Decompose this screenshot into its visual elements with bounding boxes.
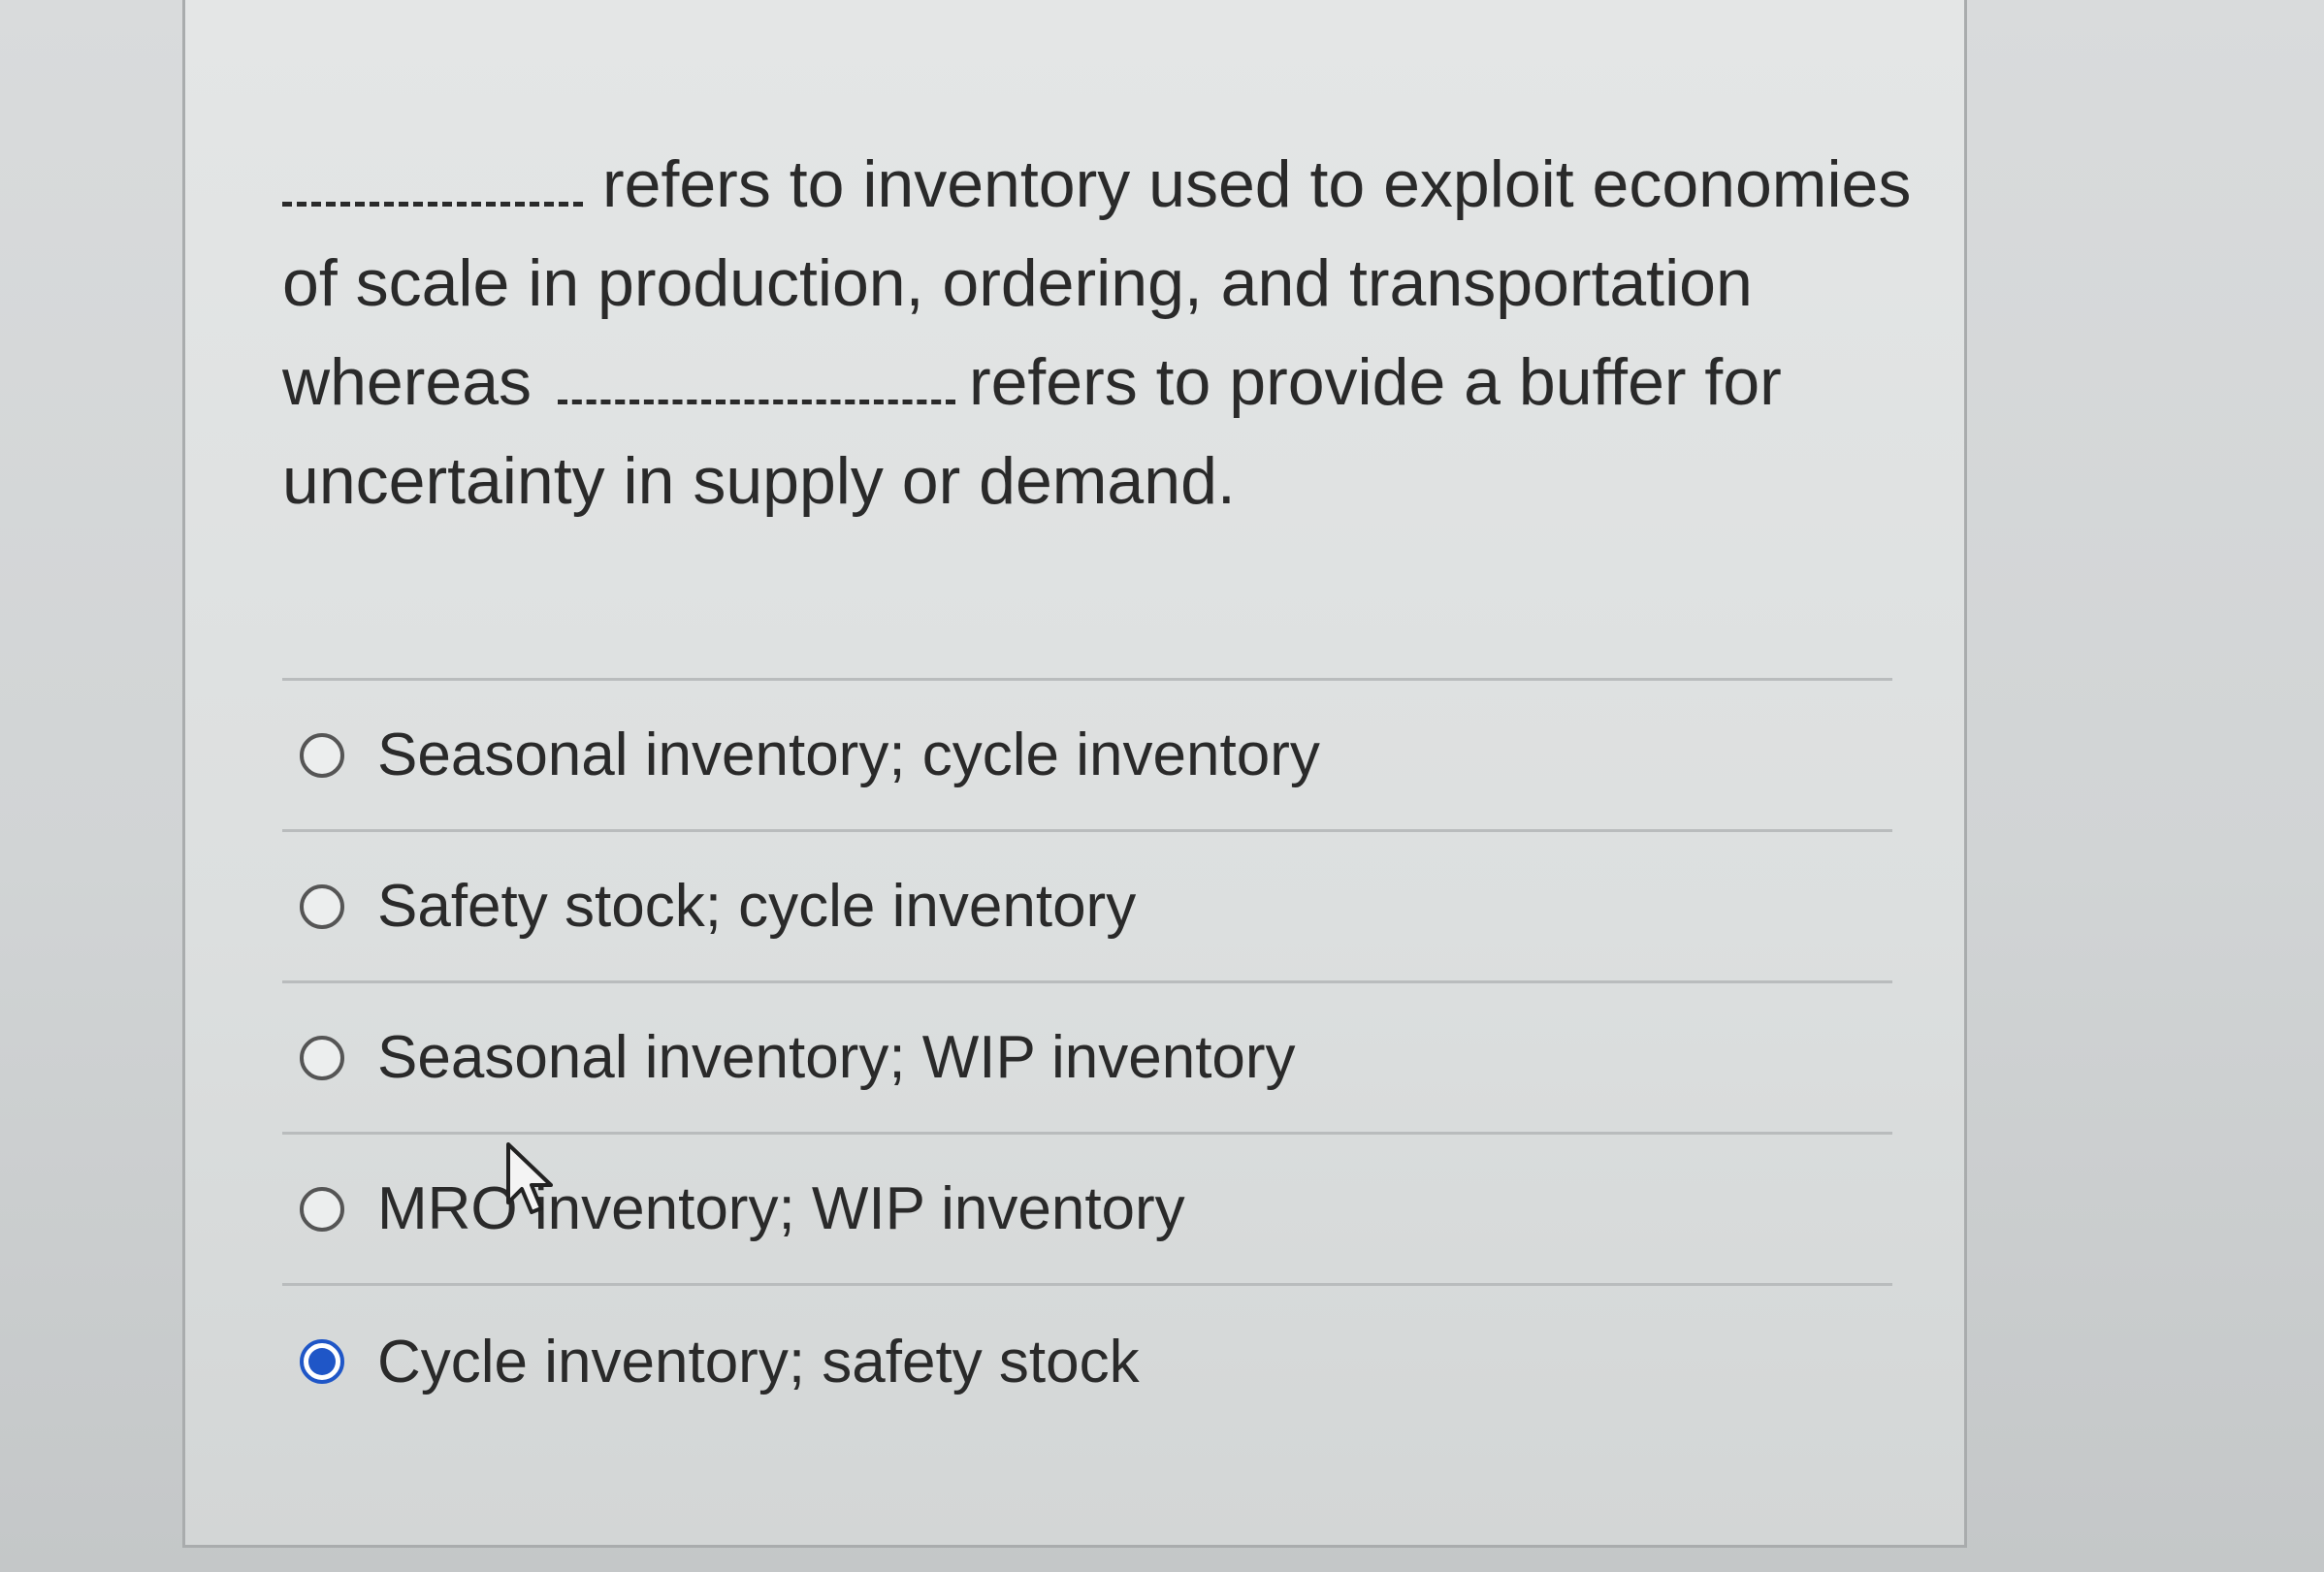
answer-option-label: Seasonal inventory; cycle inventory bbox=[377, 722, 1320, 788]
radio-button[interactable] bbox=[300, 883, 344, 929]
question-prompt: refers to inventory used to exploit econ… bbox=[282, 135, 1951, 530]
answer-option-label: Seasonal inventory; WIP inventory bbox=[377, 1024, 1296, 1091]
answer-option[interactable]: Safety stock; cycle inventory bbox=[282, 832, 1892, 983]
answer-option-label: Safety stock; cycle inventory bbox=[377, 873, 1137, 940]
radio-button[interactable] bbox=[300, 732, 344, 778]
answer-blank-2 bbox=[557, 341, 955, 404]
radio-button-selected[interactable] bbox=[300, 1339, 344, 1384]
answer-option[interactable]: Cycle inventory; safety stock bbox=[282, 1286, 1892, 1437]
answer-option-label: Cycle inventory; safety stock bbox=[377, 1328, 1140, 1396]
radio-button[interactable] bbox=[300, 1035, 344, 1080]
answer-options: Seasonal inventory; cycle inventory Safe… bbox=[282, 681, 1892, 1437]
answer-blank-1 bbox=[282, 144, 583, 207]
answer-option[interactable]: Seasonal inventory; cycle inventory bbox=[282, 681, 1892, 832]
question-panel: refers to inventory used to exploit econ… bbox=[182, 0, 1967, 1548]
answer-option[interactable]: Seasonal inventory; WIP inventory bbox=[282, 983, 1892, 1135]
answer-option-label: MRO inventory; WIP inventory bbox=[377, 1175, 1185, 1242]
radio-button[interactable] bbox=[300, 1186, 344, 1232]
mouse-pointer-icon bbox=[506, 1142, 553, 1214]
